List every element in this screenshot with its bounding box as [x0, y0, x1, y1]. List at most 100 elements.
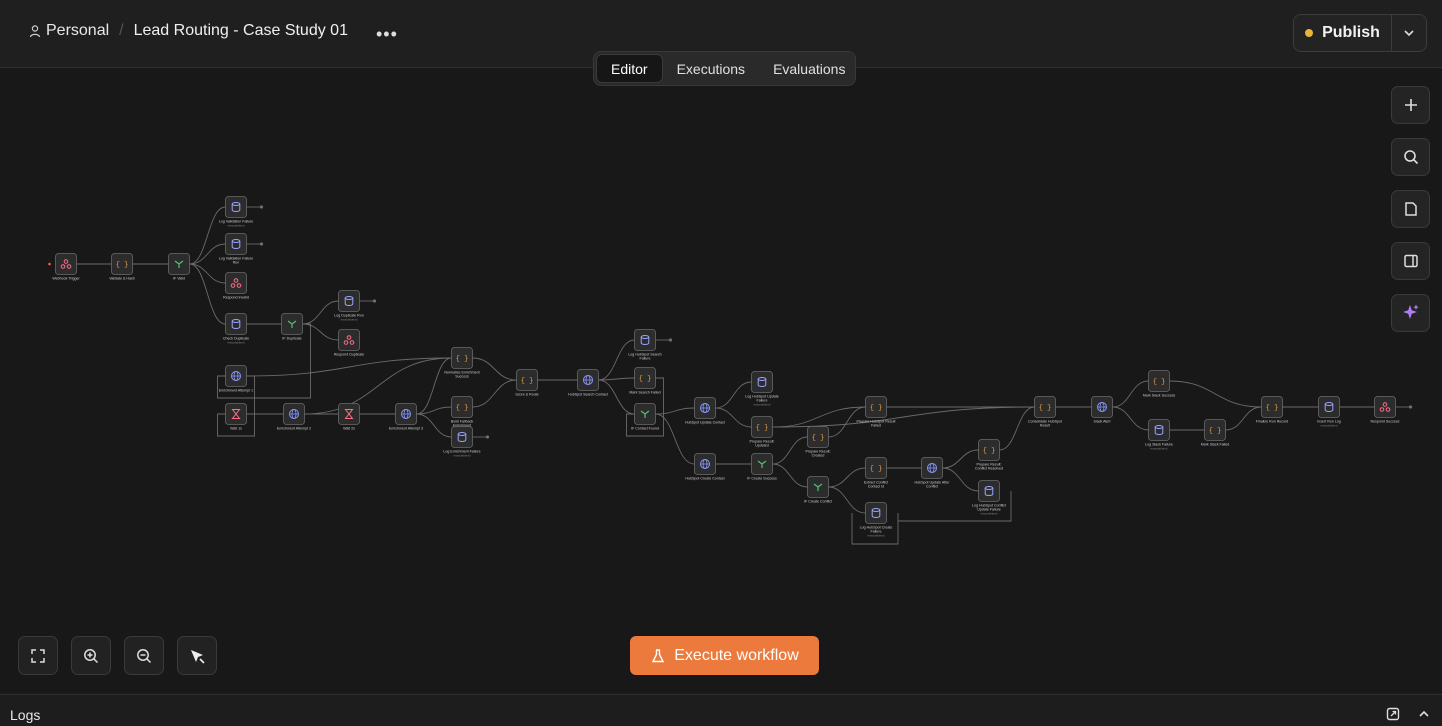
workflow-node[interactable]: Log Enrichment Failureexecute(item) [443, 426, 481, 458]
connection-line [472, 379, 517, 408]
node-box[interactable] [225, 196, 247, 218]
tab-editor[interactable]: Editor [596, 54, 663, 83]
workflow-node[interactable]: { } Finalize Run Record [1256, 396, 1289, 424]
workflow-node[interactable]: { }Prepare Result:Conflict Resolved [975, 439, 1003, 471]
zoom-in-icon[interactable] [71, 636, 111, 675]
ellipsis-icon[interactable]: ••• [376, 24, 398, 45]
tab-executions[interactable]: Executions [663, 54, 759, 83]
workflow-node[interactable]: Webhook Trigger [52, 253, 80, 281]
workflow-node[interactable]: Enrichment Attempt 1 [219, 365, 253, 393]
workflow-node[interactable]: { }Prepare Result:Created [806, 426, 831, 458]
output-handle[interactable] [1408, 405, 1413, 409]
workflow-node[interactable]: HubSpot Create Contact [685, 453, 725, 481]
workflow-node[interactable]: { } Mark Slack Success [1143, 370, 1176, 398]
workflow-node[interactable]: Respond Success [1371, 396, 1400, 424]
workflow-node[interactable]: { }Prepare Result:Updated [750, 416, 775, 448]
workflow-node[interactable]: { } Score & Route [515, 369, 539, 397]
workflow-node[interactable]: Log HubSpot ConflictUpdate Failureexecut… [972, 480, 1006, 516]
workflow-node[interactable]: Respond Duplicate [334, 329, 364, 357]
workflow-name[interactable]: Lead Routing - Case Study 01 [134, 22, 348, 40]
logs-panel-bar[interactable]: Logs [0, 694, 1442, 726]
node-box[interactable] [225, 233, 247, 255]
code-icon: { } [639, 375, 652, 383]
node-box[interactable] [978, 480, 1000, 502]
workflow-node[interactable]: Wait 2s [338, 403, 360, 431]
node-box[interactable] [225, 272, 247, 294]
search-icon[interactable] [1391, 138, 1430, 176]
plus-icon[interactable] [1391, 86, 1430, 124]
workflow-node[interactable]: Log Validation Failureexecute(item) [219, 196, 254, 228]
publish-button[interactable]: Publish [1294, 15, 1392, 51]
workflow-node[interactable]: { }Build FallbackEnrichment [451, 396, 474, 428]
output-handle[interactable] [668, 338, 673, 342]
workflow-node[interactable]: Insert Run Logexecute(item) [1317, 396, 1341, 428]
fit-view-icon[interactable] [18, 636, 58, 675]
workflow-node[interactable]: IF Valid [168, 253, 190, 281]
node-sublabel: execute(item) [868, 534, 885, 538]
workflow-node[interactable]: { } Validate & Hash [109, 253, 135, 281]
workflow-node[interactable]: { } Mark Slack Failed [1201, 419, 1230, 447]
node-box[interactable] [751, 371, 773, 393]
connection-line [302, 323, 339, 341]
pop-out-icon[interactable] [1386, 707, 1400, 721]
output-handle[interactable] [259, 205, 264, 209]
node-label: Mark Slack Failed [1201, 443, 1230, 447]
node-box[interactable] [338, 290, 360, 312]
node-box[interactable] [225, 313, 247, 335]
workflow-node[interactable]: { }Consolidate HubSpotResult [1028, 396, 1062, 428]
node-box[interactable] [1374, 396, 1396, 418]
zoom-out-icon[interactable] [124, 636, 164, 675]
tidy-up-icon[interactable] [177, 636, 217, 675]
chevron-up-icon[interactable] [1417, 707, 1431, 721]
workflow-node[interactable]: Respond Invalid [223, 272, 249, 300]
execute-workflow-button[interactable]: Execute workflow [630, 636, 819, 675]
ai-sparkle-icon[interactable] [1391, 294, 1430, 332]
workflow-node[interactable]: Log HubSpot CreateFailureexecute(item) [860, 502, 893, 538]
workflow-node[interactable]: Enrichment Attempt 3 [389, 403, 423, 431]
workflow-node[interactable]: { }Extract ConflictContact Id [864, 457, 888, 489]
workflow-node[interactable]: Slack Alert [1091, 396, 1113, 424]
node-box[interactable] [451, 426, 473, 448]
workflow-node[interactable]: Log Validation FailureRun [219, 233, 254, 265]
tab-evaluations[interactable]: Evaluations [759, 54, 859, 83]
output-handle[interactable] [372, 299, 377, 303]
workflow-node[interactable]: Log Duplicate Runexecute(item) [334, 290, 364, 322]
workflow-node[interactable]: IF Contact Found [631, 403, 659, 431]
node-sublabel: execute(item) [981, 512, 998, 516]
workflow-node[interactable]: Log HubSpot UpdateFailureexecute(item) [745, 371, 779, 407]
node-box[interactable] [1148, 419, 1170, 441]
workflow-node[interactable]: { }Prepare HubSpot ResultFailed [857, 396, 896, 428]
chevron-down-icon[interactable] [1392, 15, 1426, 51]
workflow-node[interactable]: { } Mark Search Failed [629, 367, 661, 395]
workflow-node[interactable]: HubSpot Update AfterConflict [915, 457, 951, 489]
node-box[interactable] [338, 329, 360, 351]
project-link[interactable]: Personal [46, 22, 109, 40]
node-box[interactable] [865, 502, 887, 524]
workflow-node[interactable]: Wait 1s [225, 403, 247, 431]
workflow-node[interactable]: IF Create Success [747, 453, 777, 481]
node-box[interactable] [634, 329, 656, 351]
workflow-node[interactable]: Check Duplicateexecute(item) [223, 313, 249, 345]
node-label: Mark Search Failed [629, 391, 660, 395]
workflow-node[interactable]: Log HubSpot SearchFailure [628, 329, 662, 361]
node-box[interactable] [1318, 396, 1340, 418]
breadcrumb-separator: / [119, 22, 124, 39]
workflow-node[interactable]: IF Create Conflict [804, 476, 832, 504]
panel-icon[interactable] [1391, 242, 1430, 280]
workflow-node[interactable]: Enrichment Attempt 2 [277, 403, 311, 431]
output-handle[interactable] [259, 242, 264, 246]
node-box[interactable] [55, 253, 77, 275]
node-label: Conflict [926, 485, 938, 489]
workflow-node[interactable]: IF Duplicate [281, 313, 303, 341]
view-tabs: Editor Executions Evaluations [593, 51, 856, 86]
output-handle[interactable] [485, 435, 490, 439]
node-label: HubSpot Search Contact [568, 393, 608, 397]
connection-line [772, 463, 808, 488]
workflow-node[interactable]: Log Slack Failureexecute(item) [1145, 419, 1173, 451]
connection-line [1225, 406, 1262, 431]
sticky-note-icon[interactable] [1391, 190, 1430, 228]
workflow-node[interactable]: { }Normalize EnrichmentSuccess [444, 347, 480, 379]
workflow-canvas[interactable]: Webhook Trigger { } Validate & Hash IF Vali… [0, 69, 1442, 693]
workflow-node[interactable]: HubSpot Update Contact [685, 397, 725, 425]
workflow-node[interactable]: HubSpot Search Contact [568, 369, 608, 397]
